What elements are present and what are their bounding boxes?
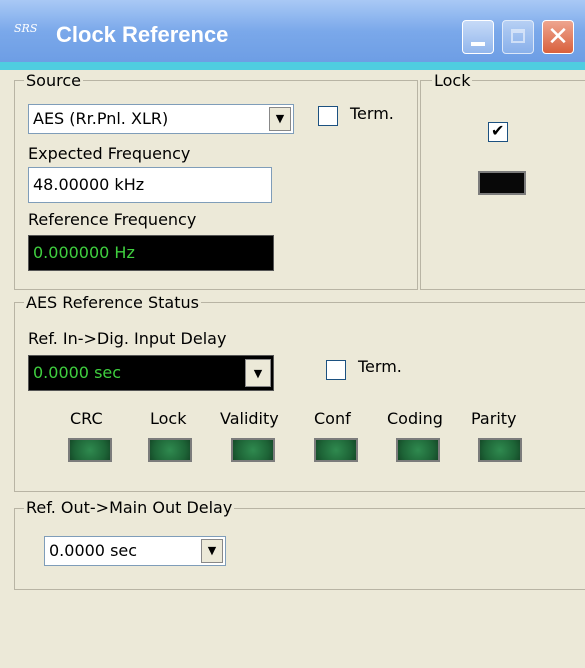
app-logo-icon: SRS (14, 22, 38, 35)
led-conf (314, 438, 358, 462)
indicator-label-crc: CRC (70, 409, 103, 428)
aes-term-checkbox[interactable] (326, 360, 346, 380)
title-bar[interactable]: SRS Clock Reference ✕ (0, 0, 585, 70)
source-select[interactable]: AES (Rr.Pnl. XLR) ▼ (28, 104, 294, 134)
maximize-button[interactable] (502, 20, 534, 54)
led-parity (478, 438, 522, 462)
ref-in-delay-select[interactable]: 0.0000 sec ▼ (28, 355, 274, 391)
lock-checkbox[interactable] (488, 121, 508, 142)
minimize-button[interactable] (462, 20, 494, 54)
expected-frequency-field[interactable]: 48.00000 kHz (28, 167, 272, 203)
source-term-checkbox[interactable] (318, 106, 338, 126)
source-select-value: AES (Rr.Pnl. XLR) (33, 109, 169, 128)
indicator-label-validity: Validity (220, 409, 279, 428)
indicator-label-parity: Parity (471, 409, 517, 428)
ref-out-delay-value: 0.0000 sec (49, 541, 138, 560)
ref-out-delay-select[interactable]: 0.0000 sec ▼ (44, 536, 226, 566)
indicator-label-coding: Coding (387, 409, 443, 428)
led-lock (148, 438, 192, 462)
expected-frequency-label: Expected Frequency (28, 144, 191, 163)
lock-indicator-led (478, 171, 526, 195)
maximize-icon (511, 29, 525, 43)
aes-term-label: Term. (358, 357, 402, 376)
chevron-down-icon[interactable]: ▼ (269, 107, 291, 131)
minimize-icon (471, 42, 485, 46)
led-validity (231, 438, 275, 462)
ref-out-legend: Ref. Out->Main Out Delay (24, 498, 235, 517)
chevron-down-icon[interactable]: ▼ (201, 539, 223, 563)
close-icon: ✕ (547, 22, 569, 52)
window-title: Clock Reference (56, 22, 229, 47)
chevron-down-icon[interactable]: ▼ (245, 359, 271, 387)
ref-in-delay-value: 0.0000 sec (33, 363, 122, 382)
title-accent-bar (0, 62, 585, 70)
led-coding (396, 438, 440, 462)
aes-status-legend: AES Reference Status (24, 293, 201, 312)
source-term-label: Term. (350, 104, 394, 123)
indicator-label-conf: Conf (314, 409, 351, 428)
reference-frequency-label: Reference Frequency (28, 210, 197, 229)
indicator-label-lock: Lock (150, 409, 187, 428)
source-legend: Source (24, 71, 83, 90)
ref-in-delay-label: Ref. In->Dig. Input Delay (28, 329, 227, 348)
lock-legend: Lock (432, 71, 473, 90)
close-button[interactable]: ✕ (542, 20, 574, 54)
reference-frequency-readout: 0.000000 Hz (28, 235, 274, 271)
led-crc (68, 438, 112, 462)
